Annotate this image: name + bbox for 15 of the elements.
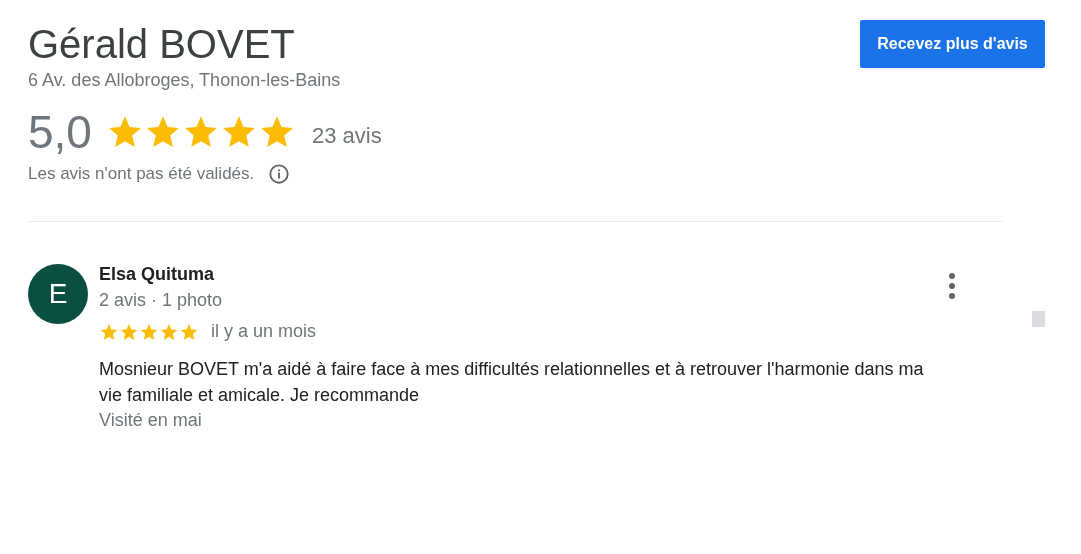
business-address: 6 Av. des Allobroges, Thonon-les-Bains — [28, 70, 341, 91]
review-date: il y a un mois — [211, 321, 317, 342]
more-options-icon[interactable] — [948, 272, 956, 300]
avatar: E — [28, 264, 88, 324]
visit-date: Visité en mai — [99, 410, 203, 431]
business-name: Gérald BOVET — [28, 22, 296, 66]
review-text: Mosnieur BOVET m'a aidé à faire face à mes difficultés relationnelles et à retrouver l'harmonie dans ma vie familiale et amicale. Je recommande — [99, 358, 925, 407]
reviewer-name[interactable]: Elsa Quituma — [99, 264, 948, 285]
get-more-reviews-button[interactable]: Recevez plus d'avis — [860, 20, 1045, 68]
review-count: 23 avis — [311, 123, 382, 149]
reviewer-meta: 2 avis · 1 photo — [99, 290, 224, 311]
rating-score: 5,0 — [28, 105, 92, 159]
info-icon[interactable] — [268, 163, 291, 185]
scrollbar-thumb[interactable] — [1032, 311, 1045, 327]
validation-notice: Les avis n'ont pas été validés. — [28, 164, 255, 184]
